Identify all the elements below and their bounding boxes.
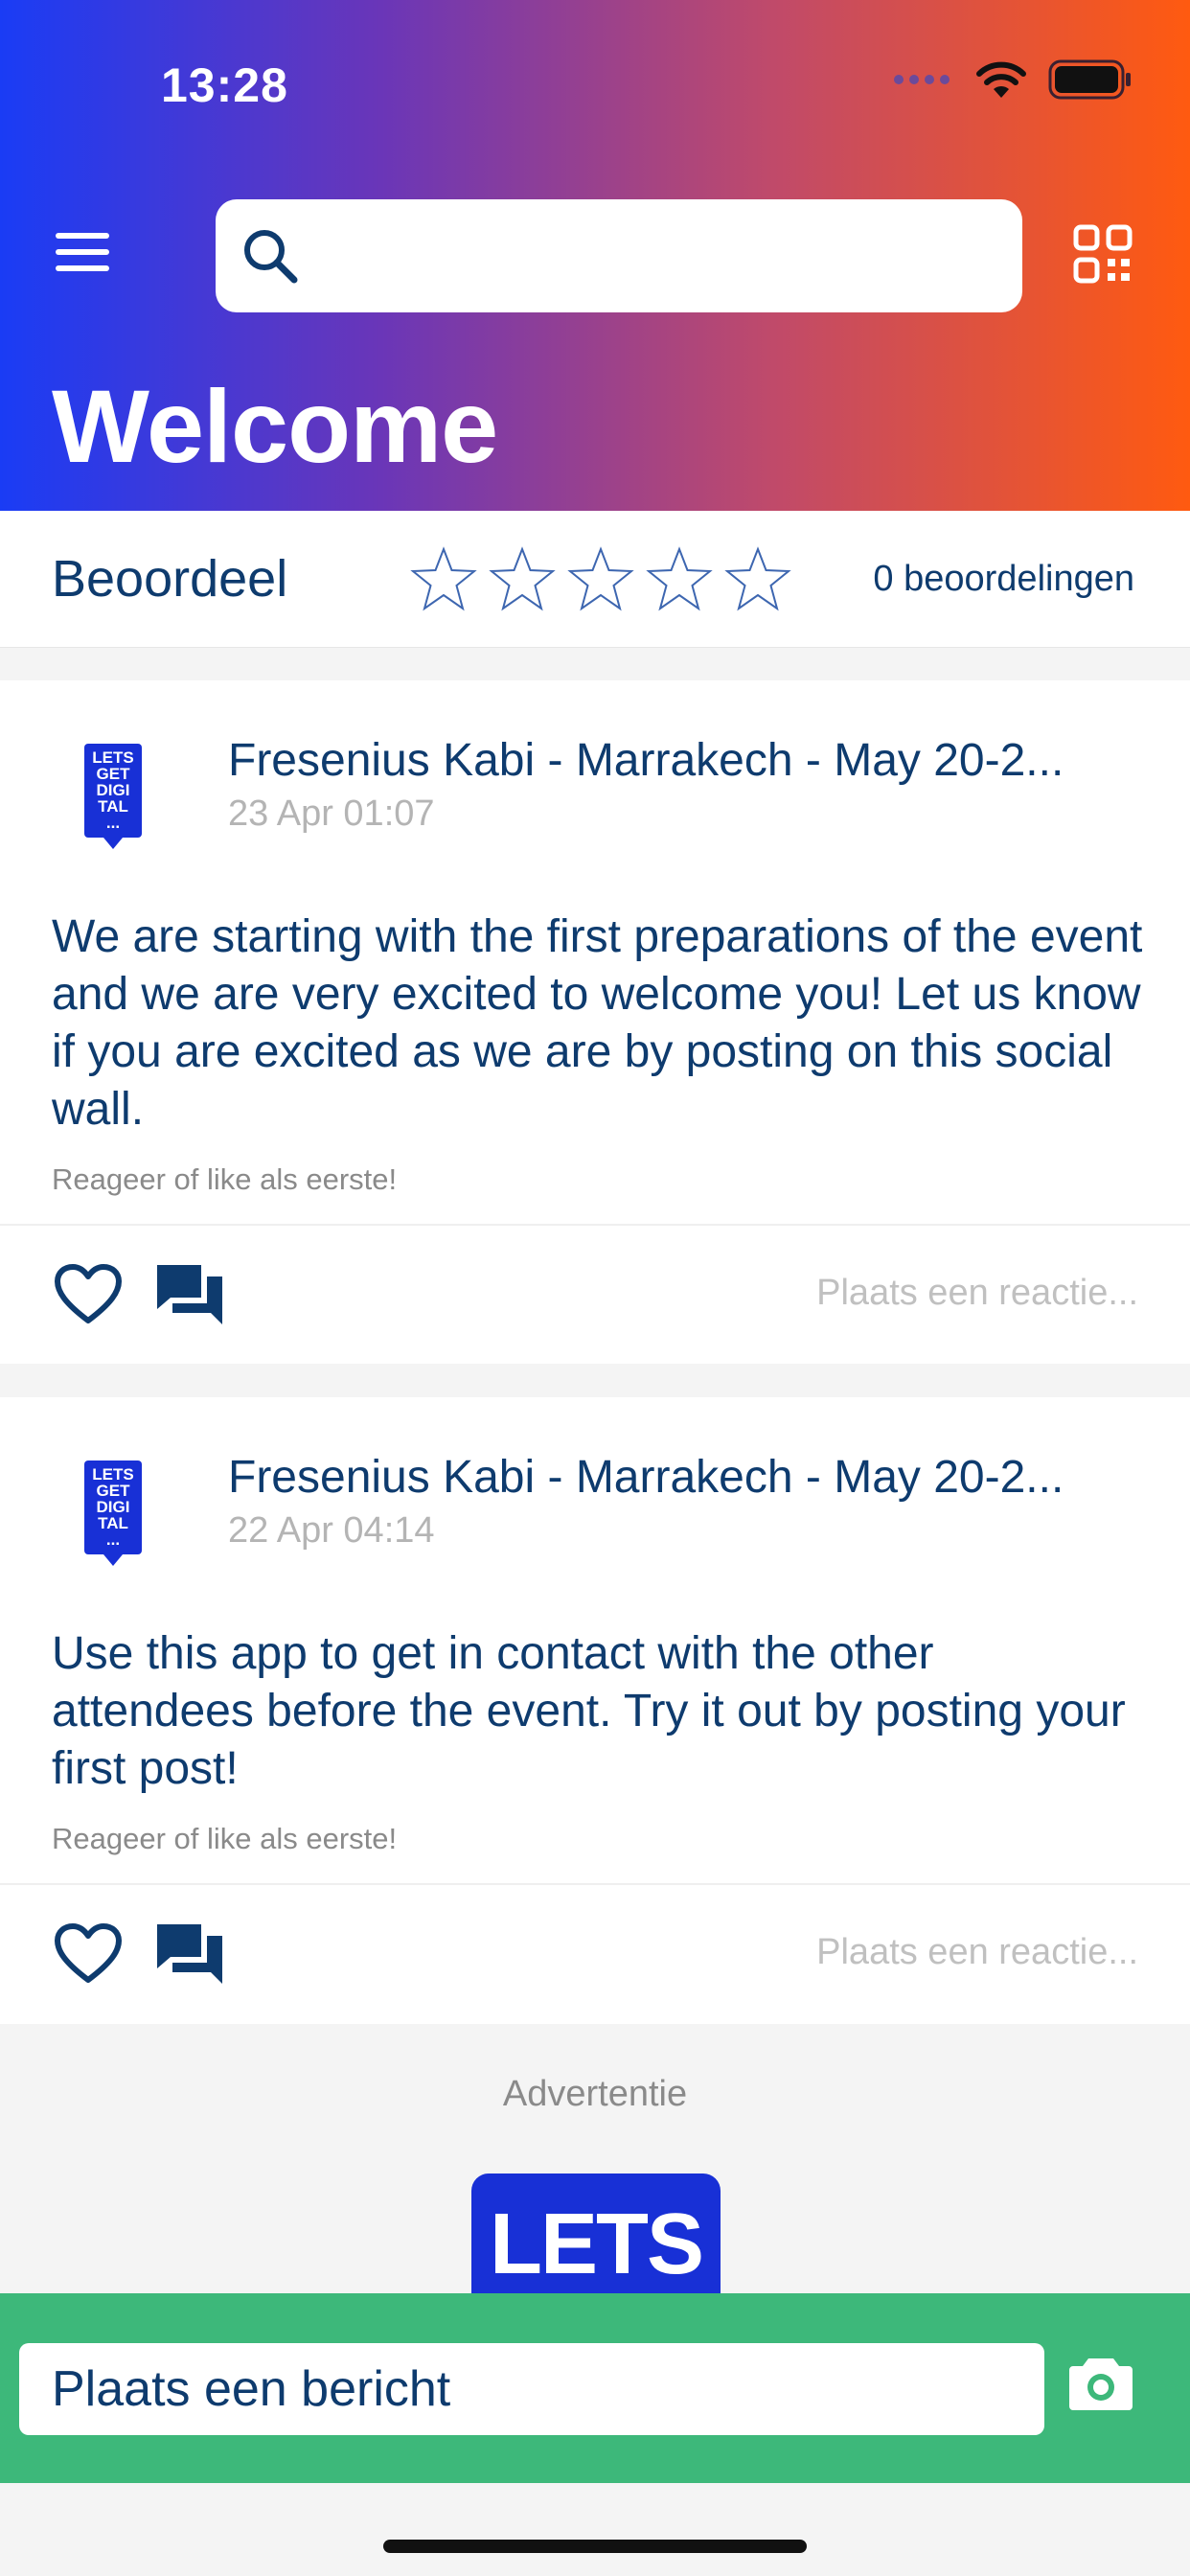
chat-bubbles-icon[interactable] bbox=[155, 1261, 224, 1328]
composer-bar: Plaats een bericht bbox=[0, 2293, 1190, 2483]
comment-input[interactable]: Plaats een reactie... bbox=[816, 1273, 1138, 1314]
heart-outline-icon[interactable] bbox=[54, 1922, 123, 1986]
star-icon[interactable] bbox=[646, 545, 713, 612]
post-body: We are starting with the first preparati… bbox=[52, 911, 1143, 1135]
chat-bubbles-icon[interactable] bbox=[155, 1920, 224, 1988]
compose-placeholder: Plaats een bericht bbox=[52, 2361, 451, 2417]
react-hint: Reageer of like als eerste! bbox=[52, 1162, 398, 1196]
post-timestamp: 23 Apr 01:07 bbox=[228, 794, 435, 834]
post-card: LETS GET DIGI TAL... Fresenius Kabi - Marra… bbox=[0, 680, 1190, 1364]
post-body: Use this app to get in contact with the … bbox=[52, 1628, 1126, 1794]
battery-icon bbox=[1048, 59, 1131, 100]
menu-icon bbox=[56, 233, 109, 239]
heart-outline-icon[interactable] bbox=[54, 1263, 123, 1326]
star-icon[interactable] bbox=[410, 545, 477, 612]
status-time: 13:28 bbox=[161, 58, 288, 112]
post-timestamp: 22 Apr 04:14 bbox=[228, 1510, 435, 1551]
rating-label: Beoordeel bbox=[52, 550, 288, 608]
post-card: LETS GET DIGI TAL... Fresenius Kabi - Marra… bbox=[0, 1397, 1190, 2024]
star-icon[interactable] bbox=[724, 545, 791, 612]
bottom-safe-area bbox=[0, 2483, 1190, 2576]
rating-count: 0 beoordelingen bbox=[873, 559, 1134, 599]
divider bbox=[0, 1224, 1190, 1226]
author-logo: LETS GET DIGI TAL... bbox=[84, 744, 142, 849]
post-author[interactable]: Fresenius Kabi - Marrakech - May 20-2... bbox=[228, 734, 1138, 787]
rating-bar: Beoordeel 0 beoordelingen bbox=[0, 511, 1190, 648]
status-icons bbox=[893, 59, 1133, 100]
camera-icon[interactable] bbox=[1067, 2355, 1134, 2412]
page-title: Welcome bbox=[52, 368, 498, 484]
header: 13:28 Welcome bbox=[0, 0, 1190, 511]
home-indicator[interactable] bbox=[383, 2540, 807, 2553]
signal-icon bbox=[894, 75, 950, 84]
search-input[interactable] bbox=[311, 218, 986, 295]
author-logo: LETS GET DIGI TAL... bbox=[84, 1460, 142, 1566]
menu-button[interactable] bbox=[56, 233, 109, 279]
star-icon[interactable] bbox=[489, 545, 556, 612]
star-icon[interactable] bbox=[567, 545, 634, 612]
star-rating[interactable] bbox=[410, 545, 791, 612]
wifi-icon bbox=[976, 61, 1026, 98]
compose-post-input[interactable]: Plaats een bericht bbox=[19, 2343, 1044, 2435]
ad-label: Advertentie bbox=[502, 2074, 688, 2114]
comment-input[interactable]: Plaats een reactie... bbox=[816, 1932, 1138, 1973]
search-bar[interactable] bbox=[216, 199, 1022, 312]
react-hint: Reageer of like als eerste! bbox=[52, 1822, 398, 1855]
search-icon bbox=[244, 230, 298, 284]
divider bbox=[0, 1883, 1190, 1885]
post-author[interactable]: Fresenius Kabi - Marrakech - May 20-2... bbox=[228, 1451, 1138, 1504]
qr-code-icon[interactable] bbox=[1073, 224, 1133, 284]
